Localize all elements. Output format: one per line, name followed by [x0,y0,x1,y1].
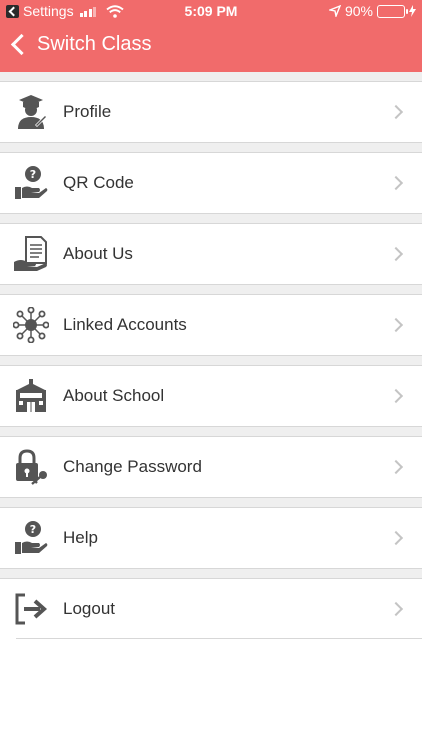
menu-item-about-us[interactable]: About Us [0,223,422,285]
chevron-right-icon [388,175,404,191]
chevron-right-icon [388,246,404,262]
chevron-right-icon [388,388,404,404]
back-navigation[interactable]: Switch Class [8,33,151,56]
graduate-user-icon [18,95,47,129]
menu-item-label: Profile [63,102,112,121]
svg-text:?: ? [30,168,36,181]
status-bar: Settings 5:09 PM 90% [0,0,422,24]
menu-item-qr-code[interactable]: ? QR Code [0,152,422,214]
chevron-right-icon [388,530,404,546]
chevron-right-icon [388,459,404,475]
menu-item-label: Change Password [63,457,202,476]
menu-item-label: QR Code [63,173,134,192]
section-gap [0,356,422,365]
app-header: Settings 5:09 PM 90% Switch Class [0,0,422,72]
menu-item-label: About School [63,386,165,405]
chevron-left-icon[interactable] [10,33,33,56]
chevron-right-icon [388,601,404,617]
section-gap [0,285,422,294]
menu-item-label: About Us [63,244,133,263]
section-gap [0,143,422,152]
section-gap [0,498,422,507]
list-divider [16,638,422,639]
location-arrow-icon [328,5,341,17]
battery-percent: 90% [344,3,373,19]
menu-item-label: Help [63,528,98,547]
hand-question-icon: ? [15,521,48,554]
chevron-right-icon [388,104,404,120]
lock-key-icon [16,449,47,485]
battery-icon [377,4,408,18]
logout-arrow-icon [15,593,48,625]
chevron-right-icon [388,317,404,333]
charging-bolt-icon [409,5,416,17]
hand-question-icon: ? [15,166,48,199]
menu-item-change-password[interactable]: Change Password [0,436,422,498]
menu-item-help[interactable]: ? Help [0,507,422,569]
menu-item-logout[interactable]: Logout [0,578,422,640]
menu-item-about-school[interactable]: About School [0,365,422,427]
svg-text:?: ? [30,523,36,536]
section-gap [0,72,422,81]
section-gap [0,214,422,223]
menu-item-label: Logout [63,599,115,618]
menu-item-linked-accounts[interactable]: Linked Accounts [0,294,422,356]
menu-item-label: Linked Accounts [63,315,187,334]
section-gap [0,427,422,436]
hand-document-icon [14,236,47,271]
section-gap [0,569,422,578]
network-nodes-icon [13,307,49,343]
school-building-icon [16,379,46,412]
back-title[interactable]: Switch Class [37,33,151,56]
menu-item-profile[interactable]: Profile [0,81,422,143]
